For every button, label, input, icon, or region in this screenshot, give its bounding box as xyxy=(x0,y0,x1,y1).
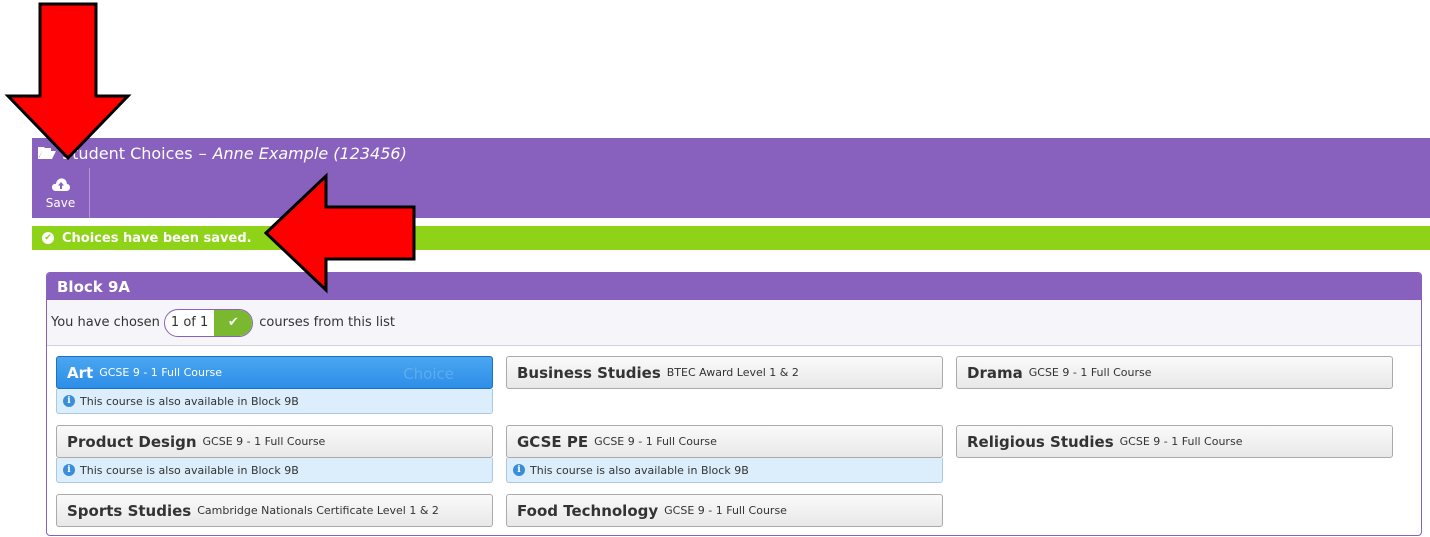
chosen-prefix: You have chosen xyxy=(51,315,160,330)
course-button-business-studies[interactable]: Business Studies BTEC Award Level 1 & 2 xyxy=(506,356,943,389)
course-food-technology: Food Technology GCSE 9 - 1 Full Course xyxy=(506,494,943,527)
success-notice: ✔ Choices have been saved. xyxy=(32,226,1430,250)
course-button-gcse-pe[interactable]: GCSE PE GCSE 9 - 1 Full Course xyxy=(506,425,943,458)
course-name: Art xyxy=(67,363,94,382)
course-info-note: i This course is also available in Block… xyxy=(506,458,943,483)
student-name: Anne Example (123456) xyxy=(212,143,407,163)
left-arrow-annotation xyxy=(263,172,416,294)
course-religious-studies: Religious Studies GCSE 9 - 1 Full Course xyxy=(956,425,1393,458)
course-level: GCSE 9 - 1 Full Course xyxy=(202,435,326,448)
course-level: Cambridge Nationals Certificate Level 1 … xyxy=(197,504,439,517)
checkmark-icon: ✔ xyxy=(214,309,253,336)
course-button-product-design[interactable]: Product Design GCSE 9 - 1 Full Course xyxy=(56,425,493,458)
down-arrow-annotation xyxy=(4,2,132,161)
course-product-design: Product Design GCSE 9 - 1 Full Course i … xyxy=(56,425,493,483)
course-name: Sports Studies xyxy=(67,501,192,520)
course-name: Product Design xyxy=(67,432,197,451)
title-separator: – xyxy=(198,143,207,163)
window-title-bar: Student Choices – Anne Example (123456) xyxy=(32,138,1430,168)
course-button-sports-studies[interactable]: Sports Studies Cambridge Nationals Certi… xyxy=(56,494,493,527)
course-info-text: This course is also available in Block 9… xyxy=(80,463,299,477)
info-icon: i xyxy=(63,395,75,407)
course-level: GCSE 9 - 1 Full Course xyxy=(1119,435,1243,448)
toolbar: Save xyxy=(32,168,1430,218)
course-info-text: This course is also available in Block 9… xyxy=(530,463,749,477)
course-level: GCSE 9 - 1 Full Course xyxy=(664,504,787,517)
course-name: Food Technology xyxy=(517,501,659,520)
course-sports-studies: Sports Studies Cambridge Nationals Certi… xyxy=(56,494,493,527)
course-drama: Drama GCSE 9 - 1 Full Course xyxy=(956,356,1393,389)
course-level: GCSE 9 - 1 Full Course xyxy=(99,366,222,379)
course-info-text: This course is also available in Block 9… xyxy=(80,394,299,408)
check-circle-icon: ✔ xyxy=(42,232,54,244)
course-button-drama[interactable]: Drama GCSE 9 - 1 Full Course xyxy=(956,356,1393,389)
save-button-label: Save xyxy=(45,195,76,210)
cloud-upload-icon xyxy=(51,177,70,191)
course-level: GCSE 9 - 1 Full Course xyxy=(594,435,717,448)
choice-watermark: Choice xyxy=(403,365,454,383)
course-button-art[interactable]: Art GCSE 9 - 1 Full Course Choice xyxy=(56,356,493,389)
save-button[interactable]: Save xyxy=(32,168,90,218)
success-notice-text: Choices have been saved. xyxy=(62,230,252,246)
course-business-studies: Business Studies BTEC Award Level 1 & 2 xyxy=(506,356,943,389)
chosen-count-pill: 1 of 1 ✔ xyxy=(163,308,254,337)
course-name: Business Studies xyxy=(517,363,661,382)
info-icon: i xyxy=(63,464,75,476)
chosen-suffix: courses from this list xyxy=(259,315,395,330)
course-name: Religious Studies xyxy=(967,432,1114,451)
chosen-count: 1 of 1 xyxy=(170,315,209,330)
chosen-summary: You have chosen 1 of 1 ✔ courses from th… xyxy=(47,300,1421,346)
course-name: Drama xyxy=(967,363,1023,382)
course-level: BTEC Award Level 1 & 2 xyxy=(666,366,799,379)
info-icon: i xyxy=(513,464,525,476)
course-gcse-pe: GCSE PE GCSE 9 - 1 Full Course i This co… xyxy=(506,425,943,483)
course-info-note: i This course is also available in Block… xyxy=(56,389,493,414)
course-name: GCSE PE xyxy=(517,432,589,451)
course-level: GCSE 9 - 1 Full Course xyxy=(1028,366,1152,379)
course-button-food-technology[interactable]: Food Technology GCSE 9 - 1 Full Course xyxy=(506,494,943,527)
course-info-note: i This course is also available in Block… xyxy=(56,458,493,483)
course-art: Art GCSE 9 - 1 Full Course Choice i This… xyxy=(56,356,493,414)
course-button-religious-studies[interactable]: Religious Studies GCSE 9 - 1 Full Course xyxy=(956,425,1393,458)
block-title: Block 9A xyxy=(47,273,1421,300)
